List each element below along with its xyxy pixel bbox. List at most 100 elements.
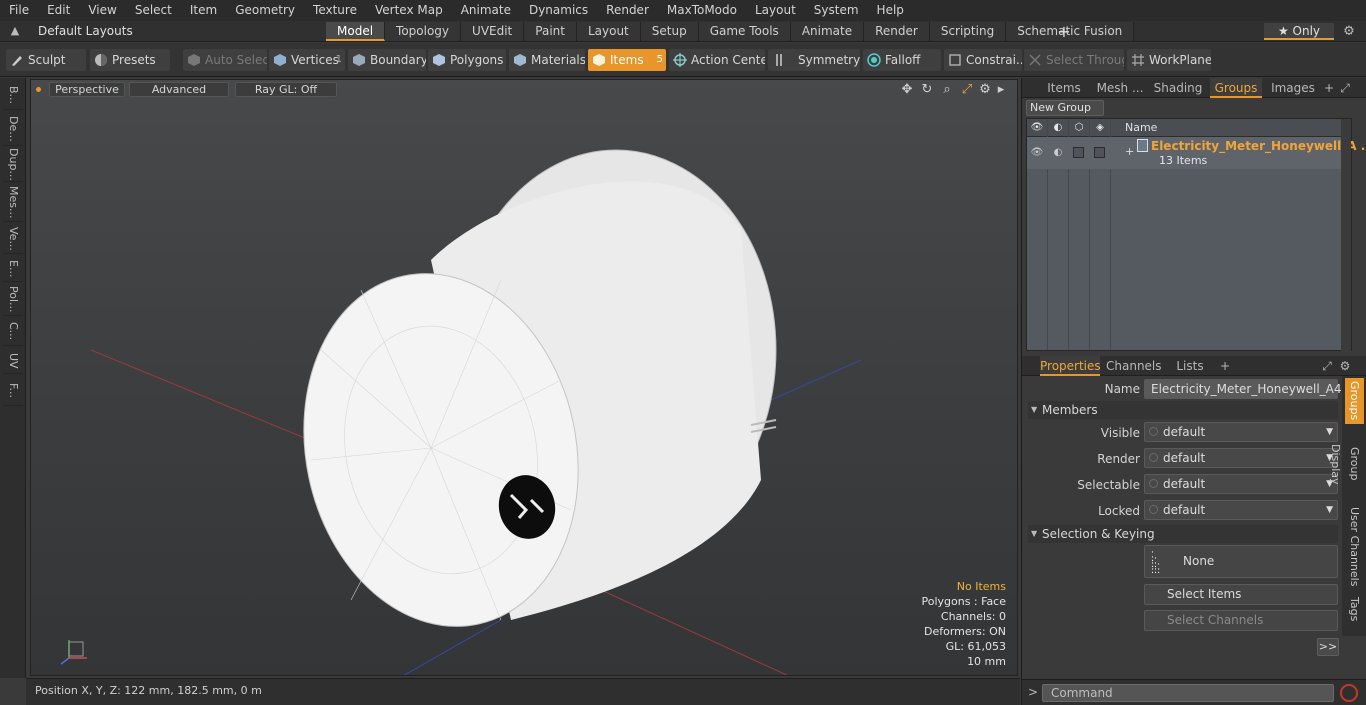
left-tab-edge[interactable]: E...	[3, 256, 23, 282]
side-tab-groups[interactable]: Groups	[1345, 378, 1364, 424]
polygons-button[interactable]: Polygons	[428, 49, 506, 71]
tab-groups[interactable]: Groups	[1210, 78, 1262, 98]
tab-model[interactable]: Model	[326, 22, 386, 41]
row-select-checkbox[interactable]	[1094, 147, 1105, 158]
menu-render[interactable]: Render	[597, 0, 658, 21]
left-tab-mesh-edit[interactable]: Mes...	[3, 184, 23, 222]
tab-channels[interactable]: Channels	[1106, 356, 1162, 376]
select-channels-button[interactable]: Select Channels	[1144, 610, 1338, 631]
tab-shading[interactable]: Shading	[1152, 78, 1204, 98]
left-tab-basic[interactable]: B...	[3, 82, 23, 110]
zoom-view-icon[interactable]: ⌕	[939, 82, 955, 98]
tab-game-tools[interactable]: Game Tools	[698, 22, 791, 41]
only-toggle-button[interactable]: ★ Only	[1264, 23, 1334, 40]
menu-help[interactable]: Help	[868, 0, 913, 21]
gear-icon[interactable]: ⚙	[1340, 23, 1358, 40]
group-row[interactable]: 👁 ◐ + Electricity_Meter_Honeywell_A ... …	[1027, 137, 1366, 169]
select-items-button[interactable]: Select Items	[1144, 584, 1338, 605]
tab-layout[interactable]: Layout	[576, 22, 641, 41]
side-tab-tags[interactable]: Tags	[1345, 594, 1364, 624]
left-tab-uv[interactable]: UV	[3, 348, 23, 374]
left-tab-polygon[interactable]: Pol...	[3, 284, 23, 316]
add-properties-tab-button[interactable]: +	[1218, 356, 1232, 376]
side-tab-group-display[interactable]: Group Display	[1329, 428, 1364, 500]
select-through-button[interactable]: Select Through	[1024, 49, 1124, 71]
3d-viewport[interactable]: Perspective Advanced Ray GL: Off ✥ ↻ ⌕ ⤢…	[30, 79, 1018, 676]
viewport-expand-icon[interactable]: ▸	[993, 82, 1009, 98]
tab-mesh[interactable]: Mesh ...	[1094, 78, 1146, 98]
presets-button[interactable]: Presets	[90, 49, 170, 71]
row-eye-icon[interactable]: 👁	[1030, 146, 1044, 160]
symmetry-button[interactable]: Symmetry	[768, 49, 860, 71]
auto-select-button[interactable]: Auto Select	[183, 49, 267, 71]
lock-icon[interactable]: ⬡	[1072, 121, 1086, 135]
select-icon[interactable]: ◈	[1093, 121, 1107, 135]
rotate-view-icon[interactable]: ↻	[919, 82, 935, 98]
tab-properties[interactable]: Properties	[1040, 356, 1101, 376]
visible-dropdown[interactable]: default ▼	[1144, 422, 1338, 442]
menu-edit[interactable]: Edit	[38, 0, 79, 21]
name-column-header[interactable]: Name	[1125, 121, 1157, 134]
sculpt-button[interactable]: Sculpt	[6, 49, 86, 71]
tab-setup[interactable]: Setup	[640, 22, 699, 41]
row-lock-checkbox[interactable]	[1073, 147, 1084, 158]
items-button[interactable]: Items 5	[588, 49, 666, 71]
menu-select[interactable]: Select	[126, 0, 181, 21]
action-center-button[interactable]: Action Center	[669, 49, 765, 71]
left-tab-duplicate[interactable]: Dup...	[3, 148, 23, 182]
menu-item[interactable]: Item	[181, 0, 226, 21]
menu-vertex-map[interactable]: Vertex Map	[366, 0, 452, 21]
menu-view[interactable]: View	[79, 0, 125, 21]
expand-icon[interactable]: +	[1125, 145, 1134, 158]
boundary-button[interactable]: Boundary	[348, 49, 426, 71]
tab-render[interactable]: Render	[864, 22, 930, 41]
menu-layout[interactable]: Layout	[746, 0, 805, 21]
menu-dynamics[interactable]: Dynamics	[520, 0, 597, 21]
raygl-button[interactable]: Ray GL: Off	[235, 82, 337, 97]
left-tab-vertex[interactable]: Ve...	[3, 224, 23, 254]
perspective-button[interactable]: Perspective	[49, 82, 125, 97]
none-button[interactable]: ·:·::·::: None	[1144, 545, 1338, 578]
record-macro-icon[interactable]	[1340, 684, 1358, 702]
fit-view-icon[interactable]: ⤢	[959, 82, 975, 98]
render-icon[interactable]: ◐	[1051, 121, 1065, 135]
selectable-dropdown[interactable]: default ▼	[1144, 474, 1338, 494]
command-input[interactable]: Command	[1042, 684, 1334, 702]
layout-preset-dropdown[interactable]: Default Layouts ▾	[30, 23, 140, 55]
groups-list-scrollbar[interactable]	[1341, 119, 1351, 352]
side-tab-user-channels[interactable]: User Channels	[1345, 504, 1364, 590]
left-tab-deform[interactable]: De...	[3, 112, 23, 146]
menu-file[interactable]: File	[0, 0, 38, 21]
tab-items[interactable]: Items	[1044, 78, 1084, 98]
name-input[interactable]: Electricity_Meter_Honeywell_A4RES_(	[1144, 379, 1366, 399]
eye-icon[interactable]: 👁	[1030, 121, 1044, 135]
materials-button[interactable]: Materials	[509, 49, 585, 71]
tab-paint[interactable]: Paint	[524, 22, 577, 41]
panel-maximize-icon[interactable]: ⤢	[1338, 78, 1352, 98]
menu-animate[interactable]: Animate	[452, 0, 520, 21]
menu-geometry[interactable]: Geometry	[226, 0, 304, 21]
selection-keying-section-header[interactable]: ▼ Selection & Keying	[1028, 525, 1338, 543]
workplane-button[interactable]: WorkPlane	[1127, 49, 1211, 71]
new-group-button[interactable]: New Group	[1026, 100, 1104, 116]
viewport-settings-icon[interactable]: ⚙	[977, 82, 993, 98]
move-view-icon[interactable]: ✥	[899, 82, 915, 98]
vertices-button[interactable]: Vertices 1	[269, 49, 345, 71]
members-section-header[interactable]: ▼ Members	[1028, 401, 1338, 419]
locked-dropdown[interactable]: default ▼	[1144, 500, 1338, 520]
menu-maxtomodo[interactable]: MaxToModo	[658, 0, 746, 21]
layout-expand-icon[interactable]: ▲	[8, 24, 22, 38]
row-render-icon[interactable]: ◐	[1051, 146, 1065, 160]
constraints-button[interactable]: Constrai...	[944, 49, 1022, 71]
add-layout-tab-button[interactable]: +	[1056, 22, 1072, 41]
menu-system[interactable]: System	[805, 0, 868, 21]
tab-scripting[interactable]: Scripting	[929, 22, 1007, 41]
tab-animate[interactable]: Animate	[790, 22, 865, 41]
tab-topology[interactable]: Topology	[385, 22, 462, 41]
left-tab-curve[interactable]: C...	[3, 318, 23, 346]
tab-uvedit[interactable]: UVEdit	[461, 22, 525, 41]
add-panel-tab-button[interactable]: +	[1322, 78, 1336, 98]
more-button[interactable]: >>	[1317, 638, 1339, 656]
tab-lists[interactable]: Lists	[1168, 356, 1212, 376]
falloff-button[interactable]: Falloff	[863, 49, 941, 71]
